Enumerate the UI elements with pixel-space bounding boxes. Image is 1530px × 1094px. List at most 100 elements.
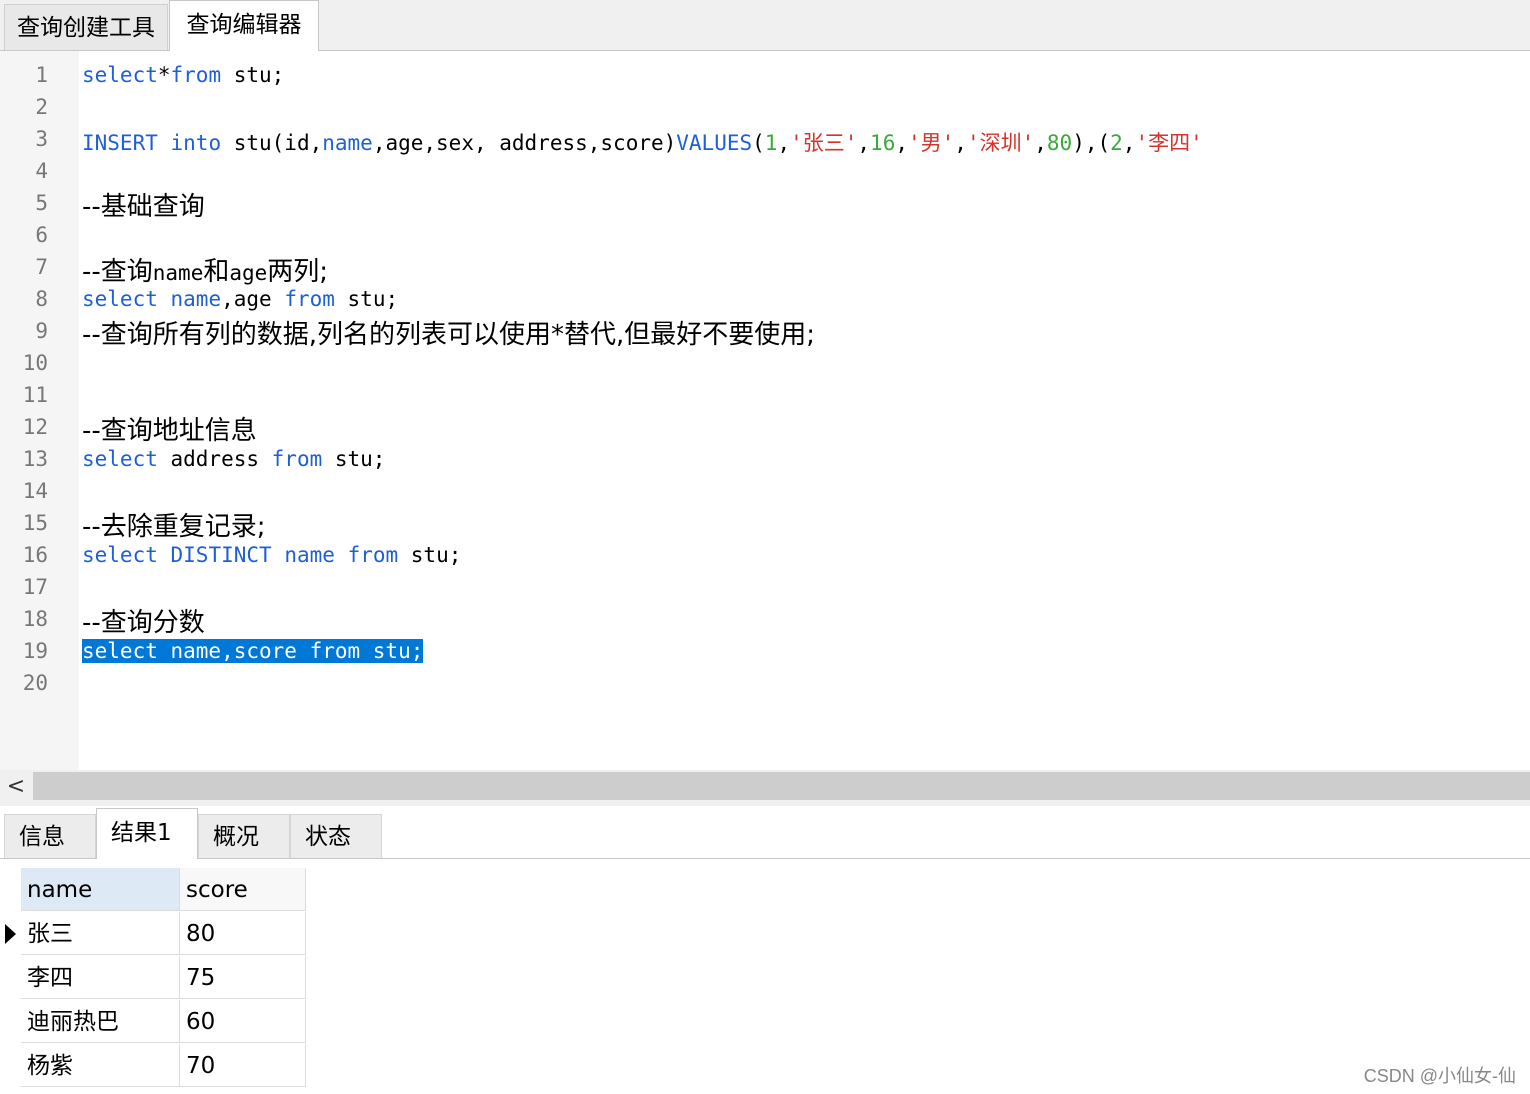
cell-name[interactable]: 迪丽热巴: [21, 1000, 180, 1043]
cell-score[interactable]: 80: [180, 912, 306, 955]
tab-query-builder[interactable]: 查询创建工具: [4, 4, 168, 50]
cell-name[interactable]: 李四: [21, 956, 180, 999]
code-line-19: select name,score from stu;: [82, 639, 424, 663]
code-comment: --查询地址信息: [82, 416, 257, 446]
horizontal-scrollbar[interactable]: <: [0, 770, 1530, 806]
keyword: VALUES: [676, 131, 753, 155]
number-literal: 16: [870, 131, 896, 155]
code-text: name: [152, 261, 204, 285]
line-number: 20: [22, 671, 48, 695]
column-header-name[interactable]: name: [21, 868, 180, 911]
query-tab-bar: 查询创建工具 查询编辑器: [0, 0, 1530, 51]
code-line-8: select name,age from stu;: [82, 287, 398, 311]
selected-text[interactable]: select name,score from stu;: [82, 639, 424, 663]
row-selector[interactable]: [0, 1044, 20, 1088]
line-number: 8: [35, 287, 48, 311]
line-number: 19: [22, 639, 48, 663]
keyword: name: [170, 287, 222, 311]
line-number: 18: [22, 607, 48, 631]
row-selector[interactable]: [0, 912, 20, 956]
code-line-1: select*from stu;: [82, 63, 284, 87]
keyword: INSERT: [82, 131, 158, 155]
watermark: CSDN @小仙女-仙: [1363, 1066, 1516, 1086]
code-text: age: [229, 261, 268, 285]
line-number: 1: [35, 63, 48, 87]
line-number: 4: [35, 159, 48, 183]
string-literal: '李四': [1135, 131, 1203, 155]
keyword: select: [82, 447, 158, 471]
line-number: 2: [35, 95, 48, 119]
keyword: DISTINCT: [170, 543, 272, 567]
code-comment: 两列;: [267, 257, 329, 287]
row-selector[interactable]: [0, 956, 20, 1000]
code-text: stu;: [398, 543, 462, 567]
code-line-13: select address from stu;: [82, 447, 385, 471]
keyword: select: [82, 63, 158, 87]
line-number: 14: [22, 479, 48, 503]
string-literal: '张三': [790, 131, 858, 155]
tab-info[interactable]: 信息: [4, 814, 96, 858]
tab-query-editor[interactable]: 查询编辑器: [169, 0, 319, 51]
code-comment: --查询: [82, 257, 153, 287]
tab-status[interactable]: 状态: [290, 814, 382, 858]
line-number: 3: [35, 127, 48, 151]
keyword: select: [82, 287, 158, 311]
line-number: 9: [35, 319, 48, 343]
line-number: 15: [22, 511, 48, 535]
keyword: from: [170, 63, 222, 87]
line-number: 16: [22, 543, 48, 567]
code-text: address: [157, 447, 272, 471]
code-line-16: select DISTINCT name from stu;: [82, 543, 461, 567]
code-comment: --去除重复记录;: [82, 512, 266, 542]
code-text: stu;: [322, 447, 386, 471]
line-number: 12: [22, 415, 48, 439]
code-text: ,age,sex, address,score): [372, 131, 677, 155]
number-literal: 1: [764, 131, 778, 155]
line-number: 5: [35, 191, 48, 215]
keyword: from: [347, 543, 399, 567]
column-header-score[interactable]: score: [180, 868, 306, 911]
keyword: name: [322, 131, 373, 155]
scrollbar-thumb[interactable]: [33, 772, 1530, 800]
cell-score[interactable]: 70: [180, 1044, 306, 1087]
cell-name[interactable]: 杨紫: [21, 1044, 180, 1087]
code-text: stu;: [334, 287, 399, 311]
number-literal: 80: [1046, 131, 1073, 155]
line-number: 17: [22, 575, 48, 599]
tab-profile[interactable]: 概况: [198, 814, 290, 858]
row-selector[interactable]: [0, 1000, 20, 1044]
code-text: (: [752, 131, 765, 155]
tab-result-1[interactable]: 结果1: [96, 808, 198, 859]
code-line-7: --查询name和age两列;: [82, 251, 328, 288]
scroll-left-icon[interactable]: <: [0, 770, 32, 806]
result-tab-bar: 信息 结果1 概况 状态: [0, 808, 1530, 859]
sql-editor[interactable]: 1 2 3 4 5 6 7 8 9 10 11 12 13 14 15 16 1…: [0, 51, 1530, 770]
line-number-gutter: 1 2 3 4 5 6 7 8 9 10 11 12 13 14 15 16 1…: [0, 51, 79, 770]
number-literal: 2: [1110, 131, 1123, 155]
string-literal: '男': [908, 131, 955, 155]
code-text: stu;: [221, 63, 285, 87]
keyword: name: [284, 543, 335, 567]
code-text: ,age: [221, 287, 285, 311]
line-number: 13: [22, 447, 48, 471]
cell-score[interactable]: 60: [180, 1000, 306, 1043]
string-literal: '深圳': [966, 131, 1035, 155]
code-comment: 和: [203, 257, 230, 287]
line-number: 11: [22, 383, 48, 407]
keyword: into: [170, 131, 222, 155]
code-comment: --基础查询: [82, 192, 205, 222]
code-text: ),(: [1072, 131, 1111, 155]
code-comment: --查询所有列的数据,列名的列表可以使用*替代,但最好不要使用;: [82, 320, 816, 350]
line-number: 10: [22, 351, 48, 375]
keyword: from: [271, 447, 323, 471]
line-number: 6: [35, 223, 48, 247]
code-line-3: INSERT into stu(id,name,age,sex, address…: [82, 131, 1203, 155]
keyword: from: [284, 287, 335, 311]
code-comment: --查询分数: [82, 608, 205, 638]
current-row-arrow-icon: [5, 924, 16, 944]
code-text: *: [157, 63, 171, 87]
code-text: stu(id,: [221, 131, 323, 155]
cell-score[interactable]: 75: [180, 956, 306, 999]
keyword: select: [82, 543, 158, 567]
cell-name[interactable]: 张三: [21, 912, 180, 955]
